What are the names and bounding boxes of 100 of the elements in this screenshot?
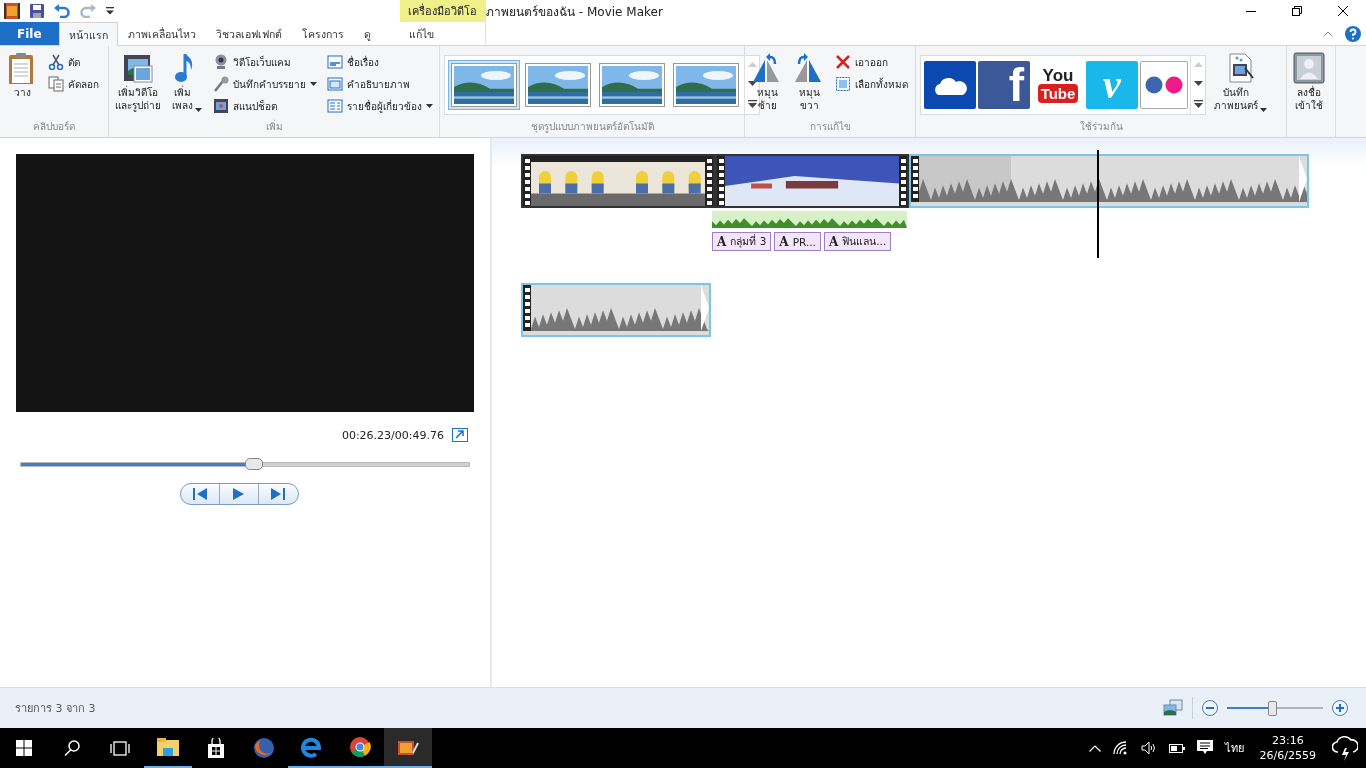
- shopping-bag-icon[interactable]: [208, 738, 224, 758]
- theme-thumbnail[interactable]: [596, 60, 668, 110]
- restore-icon: [1292, 6, 1302, 16]
- ribbon-button[interactable]: เอาออก: [833, 52, 910, 72]
- ribbon-button[interactable]: ตัด: [46, 52, 101, 72]
- chrome-icon[interactable]: [349, 736, 371, 758]
- search-icon[interactable]: [64, 740, 80, 756]
- microphone-icon: [213, 76, 229, 92]
- expand-gallery-icon[interactable]: [1193, 99, 1203, 108]
- music-track-drawing[interactable]: [712, 211, 907, 228]
- storyboard-icon[interactable]: [1163, 699, 1183, 717]
- zoom-in-icon[interactable]: [1332, 700, 1348, 716]
- title-icon: [327, 54, 343, 70]
- ribbon-button[interactable]: วาง: [4, 50, 40, 119]
- language-indicator[interactable]: ไทย: [1224, 739, 1244, 757]
- group-label: ใช้ร่วมกัน: [1078, 120, 1124, 134]
- ribbon-tab[interactable]: ดู: [353, 22, 381, 45]
- zoom-slider[interactable]: [1227, 700, 1323, 716]
- start-icon[interactable]: [16, 740, 32, 756]
- browser-e-icon[interactable]: [301, 736, 323, 758]
- playback-time: 00:26.23/00:49.76: [341, 428, 444, 442]
- zoom-out-icon[interactable]: [1202, 700, 1218, 716]
- copy-icon: [48, 76, 64, 92]
- expand-icon[interactable]: [452, 428, 468, 442]
- ribbon-button[interactable]: หมุน ซ้าย: [749, 50, 785, 119]
- share-button[interactable]: [1140, 61, 1188, 109]
- timeline-clip[interactable]: [521, 154, 715, 208]
- app-icon: [4, 3, 20, 19]
- snapshot-icon: [213, 98, 229, 114]
- caption-clip[interactable]: A กลุ่มที่ 3: [712, 232, 772, 251]
- scissors-icon: [48, 54, 64, 70]
- caption-icon: [327, 76, 343, 92]
- save-icon[interactable]: [30, 4, 44, 18]
- ribbon-button[interactable]: เพิ่ม เพลง: [169, 50, 205, 119]
- ribbon-button[interactable]: สแนปช็อต: [211, 96, 319, 116]
- folder-icon[interactable]: [157, 738, 179, 756]
- task-view-icon[interactable]: [110, 740, 130, 756]
- timeline-clip[interactable]: [715, 154, 909, 208]
- notification-icon[interactable]: [1196, 740, 1213, 756]
- fox-globe-icon[interactable]: [253, 737, 275, 759]
- caption-text: ฟินแลน...: [842, 234, 887, 249]
- ribbon-button[interactable]: บันทึก ภาพยนตร์: [1212, 50, 1269, 119]
- clock-date[interactable]: 26/6/2559: [1259, 748, 1316, 763]
- theme-thumbnail[interactable]: [448, 60, 520, 110]
- window-title: ภาพยนตร์ของฉัน - Movie Maker: [486, 3, 664, 21]
- select-all-icon: [835, 76, 851, 92]
- ribbon-tab[interactable]: โครงการ: [291, 22, 354, 45]
- clock-time[interactable]: 23:16: [1271, 733, 1304, 748]
- slider-thumb[interactable]: [1268, 700, 1278, 716]
- caption-clip[interactable]: A PR...: [774, 232, 821, 251]
- film-sprocket-icon: [523, 285, 531, 331]
- previous-frame-icon: [192, 488, 207, 500]
- ribbon-button[interactable]: บันทึกคำบรรยาย: [211, 74, 319, 94]
- timeline-clip[interactable]: [909, 154, 1309, 208]
- credits-icon: [327, 98, 343, 114]
- ribbon-tab[interactable]: File: [0, 22, 59, 45]
- collapse-ribbon-icon[interactable]: [1323, 30, 1333, 37]
- scroll-down-icon[interactable]: [747, 81, 757, 87]
- contextual-tab-group: เครื่องมือวิดีโอ: [400, 0, 485, 22]
- ribbon-button[interactable]: วิดีโอเว็บแคม: [211, 52, 319, 72]
- person-icon: [1293, 52, 1325, 84]
- customize-toolbar-icon[interactable]: [106, 7, 115, 15]
- show-hidden-icons-icon[interactable]: [1088, 744, 1101, 752]
- ribbon-button[interactable]: ชื่อเรื่อง: [325, 52, 435, 72]
- ribbon-button[interactable]: เลือกทั้งหมด: [833, 74, 910, 94]
- battery-icon[interactable]: [1168, 743, 1185, 753]
- ribbon-button[interactable]: รายชื่อผู้เกี่ยวข้อง: [325, 96, 435, 116]
- undo-icon[interactable]: [54, 4, 70, 18]
- caption-text: PR...: [792, 235, 816, 248]
- storm-cloud-icon[interactable]: [1332, 734, 1358, 762]
- ribbon-button[interactable]: หมุน ขวา: [791, 50, 827, 119]
- theme-thumbnail[interactable]: [522, 60, 594, 110]
- webcam-icon: [213, 54, 229, 70]
- next-frame-icon: [271, 488, 285, 500]
- group-label: เพิ่ม: [264, 119, 284, 134]
- play-icon: [233, 488, 244, 500]
- ribbon-button[interactable]: คำอธิบายภาพ: [325, 74, 435, 94]
- caption-mark: A: [779, 234, 789, 249]
- ribbon-tab[interactable]: วิชวลเอฟเฟกต์: [205, 22, 292, 45]
- timeline-clip[interactable]: [521, 283, 711, 337]
- slider-thumb[interactable]: [244, 458, 263, 470]
- scroll-down-icon[interactable]: [1193, 81, 1203, 87]
- ribbon-tab[interactable]: ภาพเคลื่อนไหว: [117, 22, 206, 45]
- ribbon-button[interactable]: เพิ่มวิดีโอ และรูปถ่าย: [113, 50, 163, 119]
- share-button[interactable]: f: [978, 61, 1030, 109]
- share-button[interactable]: [924, 61, 976, 109]
- caption-text: กลุ่มที่ 3: [730, 233, 767, 250]
- help-icon[interactable]: [1345, 25, 1361, 42]
- caption-mark: A: [828, 234, 839, 249]
- remove-icon: [835, 54, 851, 70]
- two-dots-icon: [1144, 76, 1184, 94]
- expand-gallery-icon[interactable]: [747, 99, 757, 108]
- ribbon-button[interactable]: คัดลอก: [46, 74, 101, 94]
- caption-mark: A: [717, 234, 727, 249]
- theme-thumbnail[interactable]: [670, 60, 742, 110]
- caption-clip[interactable]: A ฟินแลน...: [823, 232, 892, 251]
- ribbon-button[interactable]: ลงชื่อ เข้าใช้: [1291, 50, 1327, 119]
- volume-icon[interactable]: [1140, 741, 1157, 755]
- wifi-icon[interactable]: [1112, 741, 1129, 755]
- group-label: ชุดรูปแบบภาพยนตร์อัตโนมัติ: [529, 120, 655, 135]
